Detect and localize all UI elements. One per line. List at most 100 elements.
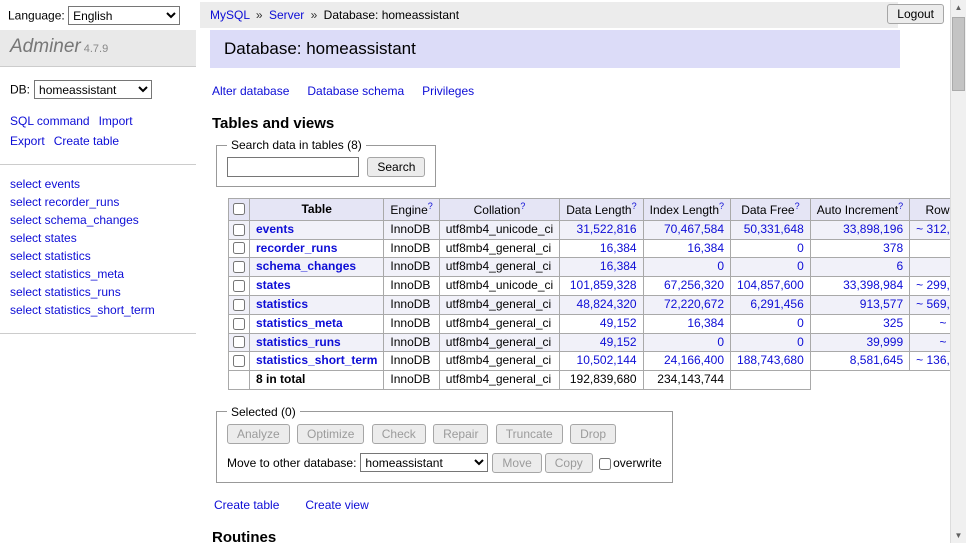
column-help-link[interactable]: ? [520, 201, 525, 211]
table-name-link[interactable]: events [256, 222, 294, 236]
vertical-scrollbar[interactable]: ▲ ▼ [950, 0, 966, 543]
index-length-link[interactable]: 0 [717, 335, 724, 349]
column-help-link[interactable]: ? [898, 201, 903, 211]
data-length-link[interactable]: 16,384 [600, 259, 637, 273]
sidebar-table-link[interactable]: select events [10, 175, 186, 193]
sidebar-link-import[interactable]: Import [99, 114, 133, 128]
overwrite-checkbox[interactable] [599, 458, 611, 470]
data-free-link[interactable]: 0 [797, 316, 804, 330]
sidebar-table-link[interactable]: select statistics_short_term [10, 301, 186, 319]
copy-button[interactable]: Copy [545, 453, 593, 473]
data-length-link[interactable]: 49,152 [600, 316, 637, 330]
move-button[interactable]: Move [492, 453, 541, 473]
sidebar-table-link[interactable]: select recorder_runs [10, 193, 186, 211]
auto-increment-link[interactable]: 6 [896, 259, 903, 273]
row-checkbox[interactable] [233, 299, 245, 311]
auto-increment-link[interactable]: 8,581,645 [850, 353, 903, 367]
breadcrumb-server-link[interactable]: Server [269, 8, 304, 22]
row-checkbox[interactable] [233, 261, 245, 273]
collation-cell: utf8mb4_general_ci [439, 295, 559, 314]
column-help-link[interactable]: ? [428, 201, 433, 211]
sidebar-link-export[interactable]: Export [10, 134, 45, 148]
data-free-link[interactable]: 104,857,600 [737, 278, 804, 292]
table-name-link[interactable]: states [256, 278, 291, 292]
table-name-link[interactable]: statistics_meta [256, 316, 343, 330]
auto-increment-link[interactable]: 33,398,984 [843, 278, 903, 292]
column-help-link[interactable]: ? [795, 201, 800, 211]
sidebar-table-link[interactable]: select statistics [10, 247, 186, 265]
data-length-link[interactable]: 31,522,816 [577, 222, 637, 236]
privileges-link[interactable]: Privileges [422, 84, 474, 98]
row-checkbox[interactable] [233, 280, 245, 292]
row-checkbox[interactable] [233, 242, 245, 254]
scroll-up-arrow-icon[interactable]: ▲ [951, 0, 966, 15]
data-free-link[interactable]: 50,331,648 [744, 222, 804, 236]
scroll-down-arrow-icon[interactable]: ▼ [951, 528, 966, 543]
sidebar-link-sql-command[interactable]: SQL command [10, 114, 90, 128]
data-length-link[interactable]: 10,502,144 [577, 353, 637, 367]
data-free-link[interactable]: 188,743,680 [737, 353, 804, 367]
column-help-link[interactable]: ? [632, 201, 637, 211]
index-length-link[interactable]: 72,220,672 [664, 297, 724, 311]
row-checkbox[interactable] [233, 336, 245, 348]
index-length-link[interactable]: 16,384 [687, 316, 724, 330]
data-free-link[interactable]: 0 [797, 241, 804, 255]
index-length-link[interactable]: 16,384 [687, 241, 724, 255]
breadcrumb-mysql-link[interactable]: MySQL [210, 8, 250, 22]
row-checkbox[interactable] [233, 355, 245, 367]
move-db-select[interactable]: homeassistant [360, 453, 488, 472]
language-select[interactable]: English [68, 6, 180, 25]
data-length-link[interactable]: 48,824,320 [577, 297, 637, 311]
data-free-link[interactable]: 0 [797, 335, 804, 349]
auto-increment-link[interactable]: 33,898,196 [843, 222, 903, 236]
auto-increment-link[interactable]: 378 [883, 241, 903, 255]
column-header-engine: Engine? [384, 199, 439, 221]
auto-increment-link[interactable]: 325 [883, 316, 903, 330]
data-length-link[interactable]: 49,152 [600, 335, 637, 349]
search-button[interactable]: Search [367, 157, 425, 177]
repair-button[interactable]: Repair [433, 424, 488, 444]
app-name[interactable]: Adminer [10, 36, 81, 57]
auto-increment-link[interactable]: 39,999 [866, 335, 903, 349]
select-all-checkbox[interactable] [233, 203, 245, 215]
sidebar-table-link[interactable]: select states [10, 229, 186, 247]
sidebar-table-link[interactable]: select schema_changes [10, 211, 186, 229]
index-length-link[interactable]: 24,166,400 [664, 353, 724, 367]
table-name-link[interactable]: statistics_runs [256, 335, 341, 349]
data-free-link[interactable]: 0 [797, 259, 804, 273]
index-length-link[interactable]: 0 [717, 259, 724, 273]
column-help-link[interactable]: ? [719, 201, 724, 211]
table-name-link[interactable]: schema_changes [256, 259, 356, 273]
index-length-link[interactable]: 70,467,584 [664, 222, 724, 236]
table-name-link[interactable]: statistics [256, 297, 308, 311]
drop-button[interactable]: Drop [570, 424, 616, 444]
sidebar-table-link[interactable]: select statistics_meta [10, 265, 186, 283]
sidebar-table-link[interactable]: select statistics_runs [10, 283, 186, 301]
row-checkbox[interactable] [233, 318, 245, 330]
alter-database-link[interactable]: Alter database [212, 84, 289, 98]
db-label: DB: [10, 83, 30, 97]
sidebar: Adminer4.7.9 DB: homeassistant SQL comma… [0, 30, 196, 334]
truncate-button[interactable]: Truncate [496, 424, 563, 444]
auto-increment-link[interactable]: 913,577 [860, 297, 903, 311]
tables-table: TableEngine?Collation?Data Length?Index … [228, 198, 966, 390]
overwrite-label[interactable]: overwrite [613, 456, 662, 470]
sidebar-link-create-table[interactable]: Create table [54, 134, 119, 148]
table-name-link[interactable]: statistics_short_term [256, 353, 377, 367]
search-input[interactable] [227, 157, 359, 177]
db-select[interactable]: homeassistant [34, 80, 152, 99]
data-length-link[interactable]: 101,859,328 [570, 278, 637, 292]
database-schema-link[interactable]: Database schema [307, 84, 404, 98]
check-button[interactable]: Check [372, 424, 426, 444]
logout-button[interactable]: Logout [887, 4, 944, 24]
analyze-button[interactable]: Analyze [227, 424, 290, 444]
index-length-link[interactable]: 67,256,320 [664, 278, 724, 292]
create-table-link[interactable]: Create table [214, 498, 279, 512]
row-checkbox[interactable] [233, 224, 245, 236]
data-free-link[interactable]: 6,291,456 [750, 297, 803, 311]
table-name-link[interactable]: recorder_runs [256, 241, 337, 255]
data-length-link[interactable]: 16,384 [600, 241, 637, 255]
scrollbar-thumb[interactable] [952, 17, 965, 91]
optimize-button[interactable]: Optimize [297, 424, 364, 444]
create-view-link[interactable]: Create view [305, 498, 368, 512]
